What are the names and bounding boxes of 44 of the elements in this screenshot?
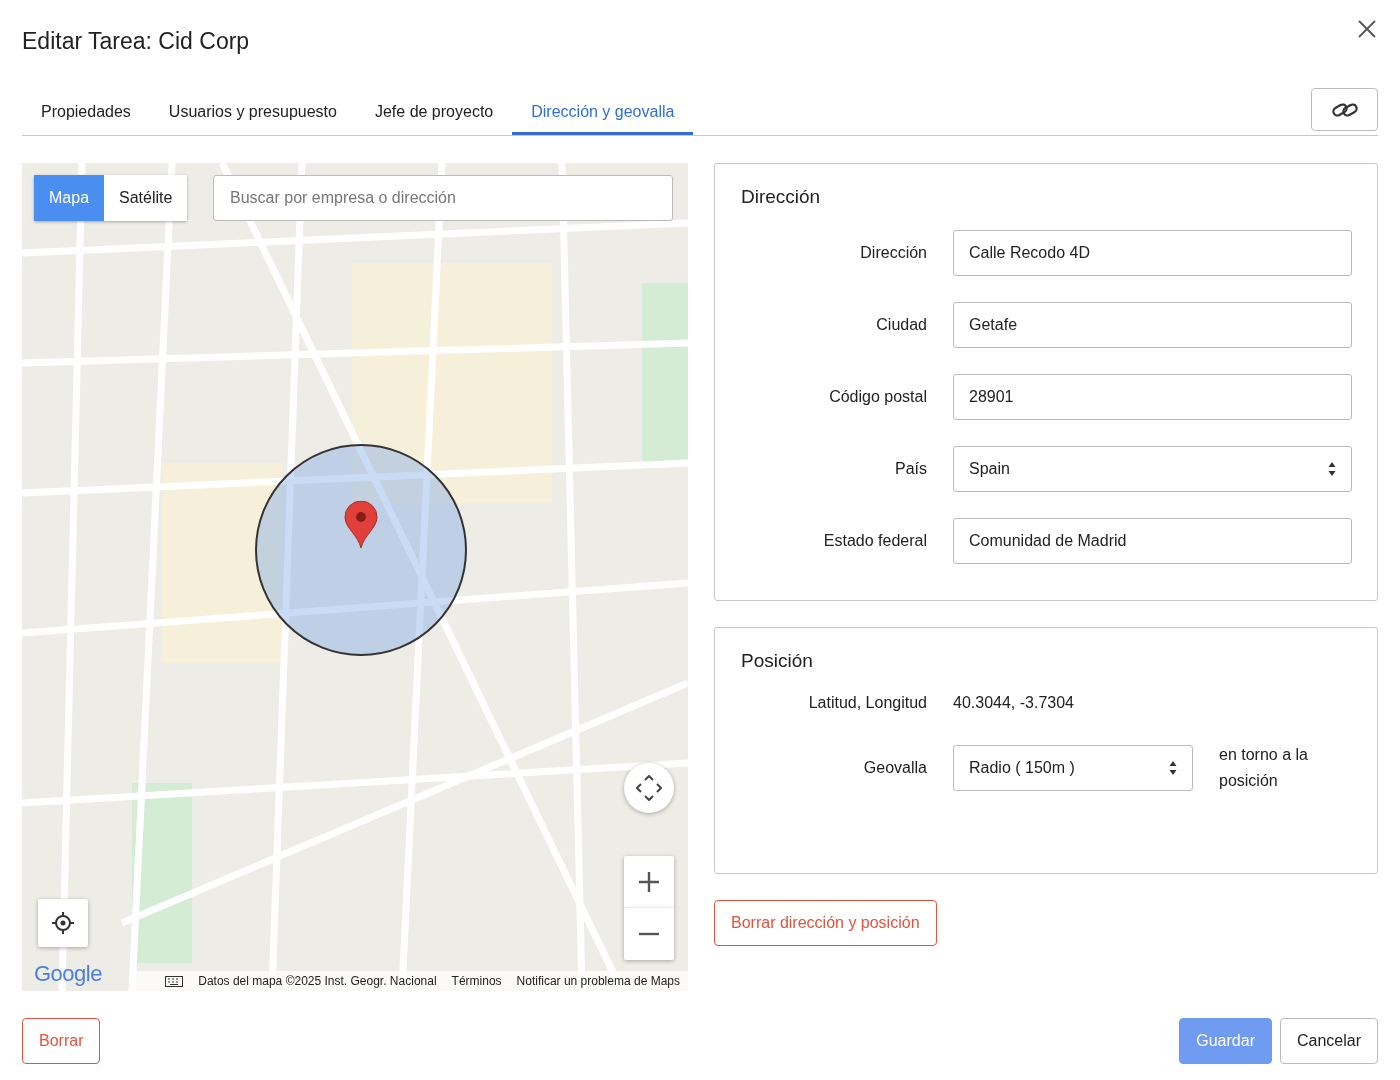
- tab[interactable]: Jefe de proyecto: [355, 103, 513, 135]
- coordinates-text: 40.3044, -3.7304: [953, 694, 1075, 712]
- tab[interactable]: Propiedades: [22, 103, 150, 135]
- clear-address-button[interactable]: Borrar dirección y posición: [714, 900, 937, 946]
- input-field[interactable]: Calle Recodo 4D: [953, 230, 1352, 276]
- select-arrows-icon: [1169, 760, 1177, 776]
- geofence-note: en torno a la posición: [1219, 745, 1309, 791]
- dialog-title: Editar Tarea: Cid Corp: [22, 28, 250, 55]
- minus-icon: [638, 932, 660, 936]
- link-button[interactable]: [1311, 88, 1378, 131]
- input-field[interactable]: 28901: [953, 374, 1352, 420]
- geofence-select[interactable]: Radio ( 150m ): [953, 745, 1193, 791]
- cancel-button[interactable]: Cancelar: [1279, 1018, 1378, 1064]
- input-field[interactable]: Comunidad de Madrid: [953, 518, 1352, 564]
- input-field[interactable]: Getafe: [953, 302, 1352, 348]
- keyboard-icon[interactable]: [165, 975, 184, 987]
- tab[interactable]: Usuarios y presupuesto: [149, 103, 356, 135]
- field-label: País: [894, 460, 927, 478]
- map-attribution-link[interactable]: Términos: [451, 974, 502, 988]
- map-attribution-link[interactable]: Datos del mapa ©2025 Inst. Geogr. Nacional: [198, 974, 437, 988]
- card-title: Posición: [741, 650, 814, 672]
- country-select[interactable]: Spain: [953, 446, 1352, 492]
- map-pin-icon[interactable]: [344, 501, 378, 549]
- tab[interactable]: Dirección y geovalla: [512, 103, 694, 135]
- field-label: Código postal: [828, 388, 927, 406]
- field-label: Geovalla: [862, 759, 927, 777]
- field-label: Dirección: [859, 244, 927, 262]
- map-logo: Google: [34, 961, 102, 987]
- search-field[interactable]: Buscar por empresa o dirección: [213, 175, 673, 221]
- map-type-toggle[interactable]: Satélite: [104, 175, 188, 221]
- select-arrows-icon: [1328, 461, 1336, 477]
- delete-button[interactable]: Borrar: [22, 1018, 101, 1064]
- locate-button[interactable]: [38, 899, 88, 947]
- plus-icon: [638, 871, 660, 893]
- field-label: Ciudad: [875, 316, 927, 334]
- card-title: Dirección: [741, 186, 822, 208]
- map-attribution-link[interactable]: Notificar un problema de Maps: [516, 974, 680, 988]
- close-icon: [1356, 18, 1378, 40]
- field-label: Latitud, Longitud: [807, 694, 927, 712]
- zoom-in-button[interactable]: [624, 856, 674, 908]
- field-label: Estado federal: [822, 532, 927, 550]
- close-button[interactable]: [1356, 18, 1378, 40]
- pan-arrows-icon: [636, 775, 662, 801]
- crosshair-icon: [52, 912, 74, 934]
